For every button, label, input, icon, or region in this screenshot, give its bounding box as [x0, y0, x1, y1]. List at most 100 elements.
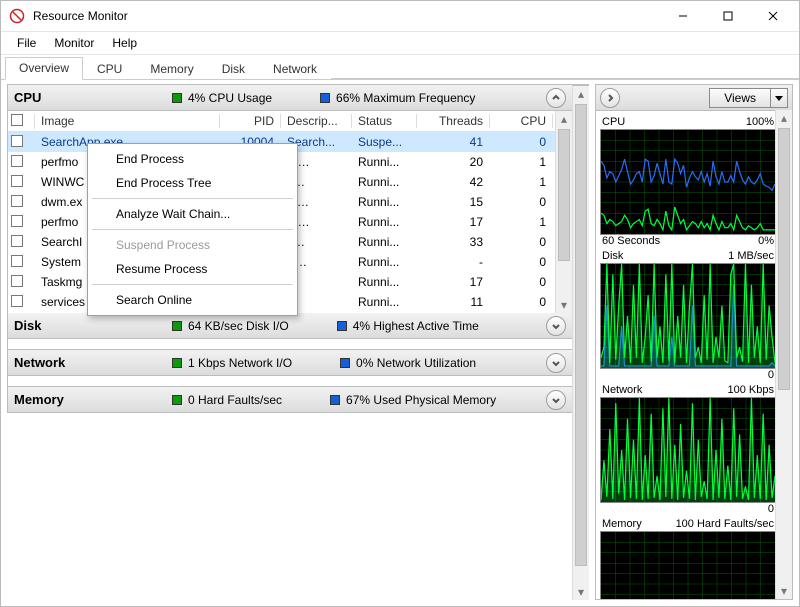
chart-block-disk: Disk 1 MB/sec 0 — [600, 249, 776, 381]
context-menu-item[interactable]: End Process — [90, 147, 295, 171]
context-menu-item: Suspend Process — [90, 233, 295, 257]
cell-status: Runni... — [352, 295, 417, 309]
context-menu-separator — [92, 284, 293, 285]
square-green-icon — [172, 321, 182, 331]
row-checkbox[interactable] — [11, 235, 23, 247]
square-blue-icon — [320, 93, 330, 103]
network-io-metric: 1 Kbps Network I/O — [172, 356, 292, 370]
cell-status: Runni... — [352, 195, 417, 209]
cell-status: Runni... — [352, 235, 417, 249]
cell-cpu: 0 — [490, 195, 553, 209]
scroll-up-icon[interactable]: ▴ — [556, 111, 572, 127]
context-menu-item[interactable]: End Process Tree — [90, 171, 295, 195]
scroll-up-icon[interactable]: ▴ — [776, 110, 792, 126]
cell-threads: 20 — [417, 155, 490, 169]
scroll-down-icon[interactable]: ▾ — [573, 584, 589, 600]
scroll-up-icon[interactable]: ▴ — [573, 86, 589, 102]
context-menu-separator — [92, 229, 293, 230]
disk-active-metric: 4% Highest Active Time — [337, 319, 479, 333]
titlebar: Resource Monitor — [1, 1, 799, 32]
cpu-usage-metric: 4% CPU Usage — [172, 91, 272, 105]
cpu-panel-header[interactable]: CPU 4% CPU Usage 66% Maximum Frequency — [7, 85, 573, 111]
col-pid[interactable]: PID — [220, 114, 281, 128]
cell-status: Runni... — [352, 215, 417, 229]
chart-canvas — [600, 129, 776, 235]
cell-threads: 42 — [417, 175, 490, 189]
row-checkbox[interactable] — [11, 135, 23, 147]
chart-axis-right: 0 — [768, 369, 774, 381]
chart-name: Disk — [602, 250, 623, 262]
tab-cpu[interactable]: CPU — [83, 58, 136, 80]
row-checkbox[interactable] — [11, 195, 23, 207]
cpu-panel-title: CPU — [14, 90, 164, 105]
chart-max-label: 1 MB/sec — [728, 250, 774, 262]
cell-threads: 33 — [417, 235, 490, 249]
memory-panel-header[interactable]: Memory 0 Hard Faults/sec 67% Used Physic… — [7, 386, 573, 413]
menu-file[interactable]: File — [9, 34, 44, 52]
cpu-table-scrollbar[interactable]: ▴ ▾ — [555, 111, 572, 313]
context-menu-item[interactable]: Resume Process — [90, 257, 295, 281]
context-menu-item[interactable]: Search Online — [90, 288, 295, 312]
col-threads[interactable]: Threads — [417, 114, 490, 128]
col-status[interactable]: Status — [352, 114, 417, 128]
network-panel-expand-button[interactable] — [546, 353, 566, 373]
row-checkbox[interactable] — [11, 175, 23, 187]
disk-panel-expand-button[interactable] — [546, 316, 566, 336]
col-image[interactable]: Image — [35, 114, 220, 128]
square-blue-icon — [337, 321, 347, 331]
app-icon — [9, 8, 25, 24]
cell-cpu: 0 — [490, 255, 553, 269]
tab-disk[interactable]: Disk — [208, 58, 259, 80]
maximize-button[interactable] — [705, 2, 750, 30]
network-util-metric: 0% Network Utilization — [340, 356, 476, 370]
views-dropdown-icon[interactable] — [770, 88, 788, 108]
charts-scrollbar[interactable]: ▴ ▾ — [775, 110, 792, 599]
chart-canvas — [600, 531, 776, 599]
row-checkbox[interactable] — [11, 215, 23, 227]
resource-monitor-window: Resource Monitor File Monitor Help Overv… — [0, 0, 800, 607]
chart-axis-left: 60 Seconds — [602, 235, 660, 247]
network-panel-header[interactable]: Network 1 Kbps Network I/O 0% Network Ut… — [7, 349, 573, 376]
cell-threads: 15 — [417, 195, 490, 209]
header-checkbox[interactable] — [11, 114, 23, 126]
square-blue-icon — [340, 358, 350, 368]
row-checkbox[interactable] — [11, 295, 23, 307]
tab-network[interactable]: Network — [259, 58, 331, 80]
cell-threads: 11 — [417, 295, 490, 309]
tabstrip: Overview CPU Memory Disk Network — [1, 55, 799, 79]
square-green-icon — [172, 358, 182, 368]
disk-io-metric: 64 KB/sec Disk I/O — [172, 319, 289, 333]
row-checkbox[interactable] — [11, 155, 23, 167]
col-cpu[interactable]: CPU — [490, 114, 553, 128]
row-checkbox[interactable] — [11, 275, 23, 287]
menu-monitor[interactable]: Monitor — [46, 34, 102, 52]
scroll-down-icon[interactable]: ▾ — [556, 297, 572, 313]
menu-help[interactable]: Help — [104, 34, 145, 52]
views-button[interactable]: Views — [709, 88, 788, 108]
square-green-icon — [172, 93, 182, 103]
context-menu-separator — [92, 198, 293, 199]
minimize-button[interactable] — [660, 2, 705, 30]
memory-faults-metric: 0 Hard Faults/sec — [172, 393, 282, 407]
chart-axis-right: 0% — [758, 235, 774, 247]
chart-block-network: Network100 Kbps0 — [600, 383, 776, 515]
cpu-panel-collapse-button[interactable] — [546, 88, 566, 108]
memory-panel-expand-button[interactable] — [546, 390, 566, 410]
tab-memory[interactable]: Memory — [136, 58, 207, 80]
cell-threads: 41 — [417, 135, 490, 149]
left-column: CPU 4% CPU Usage 66% Maximum Frequency — [7, 84, 589, 600]
context-menu-item[interactable]: Analyze Wait Chain... — [90, 202, 295, 226]
memory-used-text: 67% Used Physical Memory — [346, 393, 496, 407]
overview-scrollbar[interactable]: ▴ ▾ — [572, 85, 589, 600]
window-buttons — [660, 2, 795, 30]
disk-io-text: 64 KB/sec Disk I/O — [188, 319, 289, 333]
memory-faults-text: 0 Hard Faults/sec — [188, 393, 282, 407]
charts-collapse-button[interactable] — [600, 88, 620, 108]
close-button[interactable] — [750, 2, 795, 30]
scroll-down-icon[interactable]: ▾ — [776, 583, 792, 599]
tab-overview[interactable]: Overview — [5, 57, 83, 80]
row-checkbox[interactable] — [11, 255, 23, 267]
disk-panel-header[interactable]: Disk 64 KB/sec Disk I/O 4% Highest Activ… — [7, 313, 573, 339]
process-context-menu: End ProcessEnd Process Tree Analyze Wait … — [87, 143, 298, 316]
col-desc[interactable]: Descrip... — [281, 114, 352, 128]
